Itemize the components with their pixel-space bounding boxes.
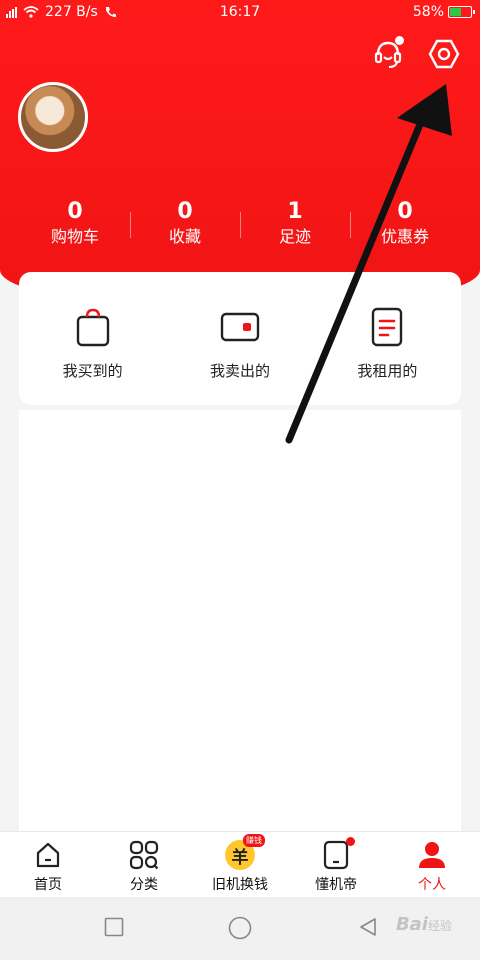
status-right: 58% xyxy=(412,4,475,20)
earn-badge: 赚钱 xyxy=(243,834,265,847)
stat-label: 收藏 xyxy=(168,227,201,246)
battery-icon xyxy=(448,6,475,18)
tab-label: 懂机帝 xyxy=(315,877,357,893)
order-bought[interactable]: 我买到的 xyxy=(19,306,166,405)
bottom-tab-bar: 首页 分类 羊 赚钱 旧机换钱 懂机帝 个人 xyxy=(0,831,480,897)
stat-label: 购物车 xyxy=(50,227,99,246)
tab-profile[interactable]: 个人 xyxy=(384,832,480,897)
notification-dot xyxy=(346,837,355,846)
document-icon xyxy=(367,306,407,348)
order-sold[interactable]: 我卖出的 xyxy=(166,306,313,405)
order-rented[interactable]: 我租用的 xyxy=(314,306,461,405)
home-icon xyxy=(33,840,63,870)
battery-percent: 58% xyxy=(412,4,444,20)
stat-value: 1 xyxy=(287,199,303,224)
shopping-bag-icon xyxy=(73,306,113,348)
home-button-icon[interactable] xyxy=(228,916,252,940)
stat-value: 0 xyxy=(177,199,193,224)
tab-expert[interactable]: 懂机帝 xyxy=(288,832,384,897)
tab-category[interactable]: 分类 xyxy=(96,832,192,897)
header-background xyxy=(0,0,480,310)
phone-icon xyxy=(321,837,355,870)
notification-dot xyxy=(395,36,404,45)
stat-coupons[interactable]: 0 优惠券 xyxy=(350,198,460,248)
stat-cart[interactable]: 0 购物车 xyxy=(20,198,130,248)
watermark-text: Bai xyxy=(395,914,428,935)
person-icon xyxy=(417,840,447,870)
status-bar: 227 B/s 16:17 58% xyxy=(0,0,480,26)
orders-card: 我买到的 我卖出的 我租用的 xyxy=(19,272,461,405)
order-label: 我租用的 xyxy=(357,362,418,380)
avatar[interactable] xyxy=(18,82,88,152)
settings-hexagon-icon xyxy=(428,39,460,69)
stat-label: 优惠券 xyxy=(380,227,429,246)
stat-label: 足迹 xyxy=(278,227,311,246)
wallet-icon xyxy=(220,306,260,348)
tab-label: 个人 xyxy=(418,877,446,893)
coin-icon: 羊 赚钱 xyxy=(225,834,265,870)
stat-footprints[interactable]: 1 足迹 xyxy=(240,198,350,248)
tab-label: 旧机换钱 xyxy=(212,877,268,893)
clock: 16:17 xyxy=(219,4,261,20)
category-icon xyxy=(129,840,159,870)
back-icon[interactable] xyxy=(358,917,378,937)
tab-home[interactable]: 首页 xyxy=(0,832,96,897)
order-label: 我卖出的 xyxy=(209,362,270,380)
tab-label: 分类 xyxy=(130,877,158,893)
tab-label: 首页 xyxy=(34,877,62,893)
watermark-suffix: 经验 xyxy=(427,919,452,933)
watermark-logo: Bai经验 xyxy=(396,914,452,935)
recents-icon[interactable] xyxy=(104,917,124,937)
stats-row: 0 购物车 0 收藏 1 足迹 0 优惠券 xyxy=(20,198,460,248)
tab-trade-in[interactable]: 羊 赚钱 旧机换钱 xyxy=(192,832,288,897)
stat-value: 0 xyxy=(67,199,83,224)
order-label: 我买到的 xyxy=(62,362,123,380)
battery-level xyxy=(450,8,462,16)
content-area xyxy=(19,410,461,835)
settings-button[interactable] xyxy=(424,34,464,74)
stat-value: 0 xyxy=(397,199,413,224)
stat-favorites[interactable]: 0 收藏 xyxy=(130,198,240,248)
customer-service-button[interactable] xyxy=(368,34,408,74)
